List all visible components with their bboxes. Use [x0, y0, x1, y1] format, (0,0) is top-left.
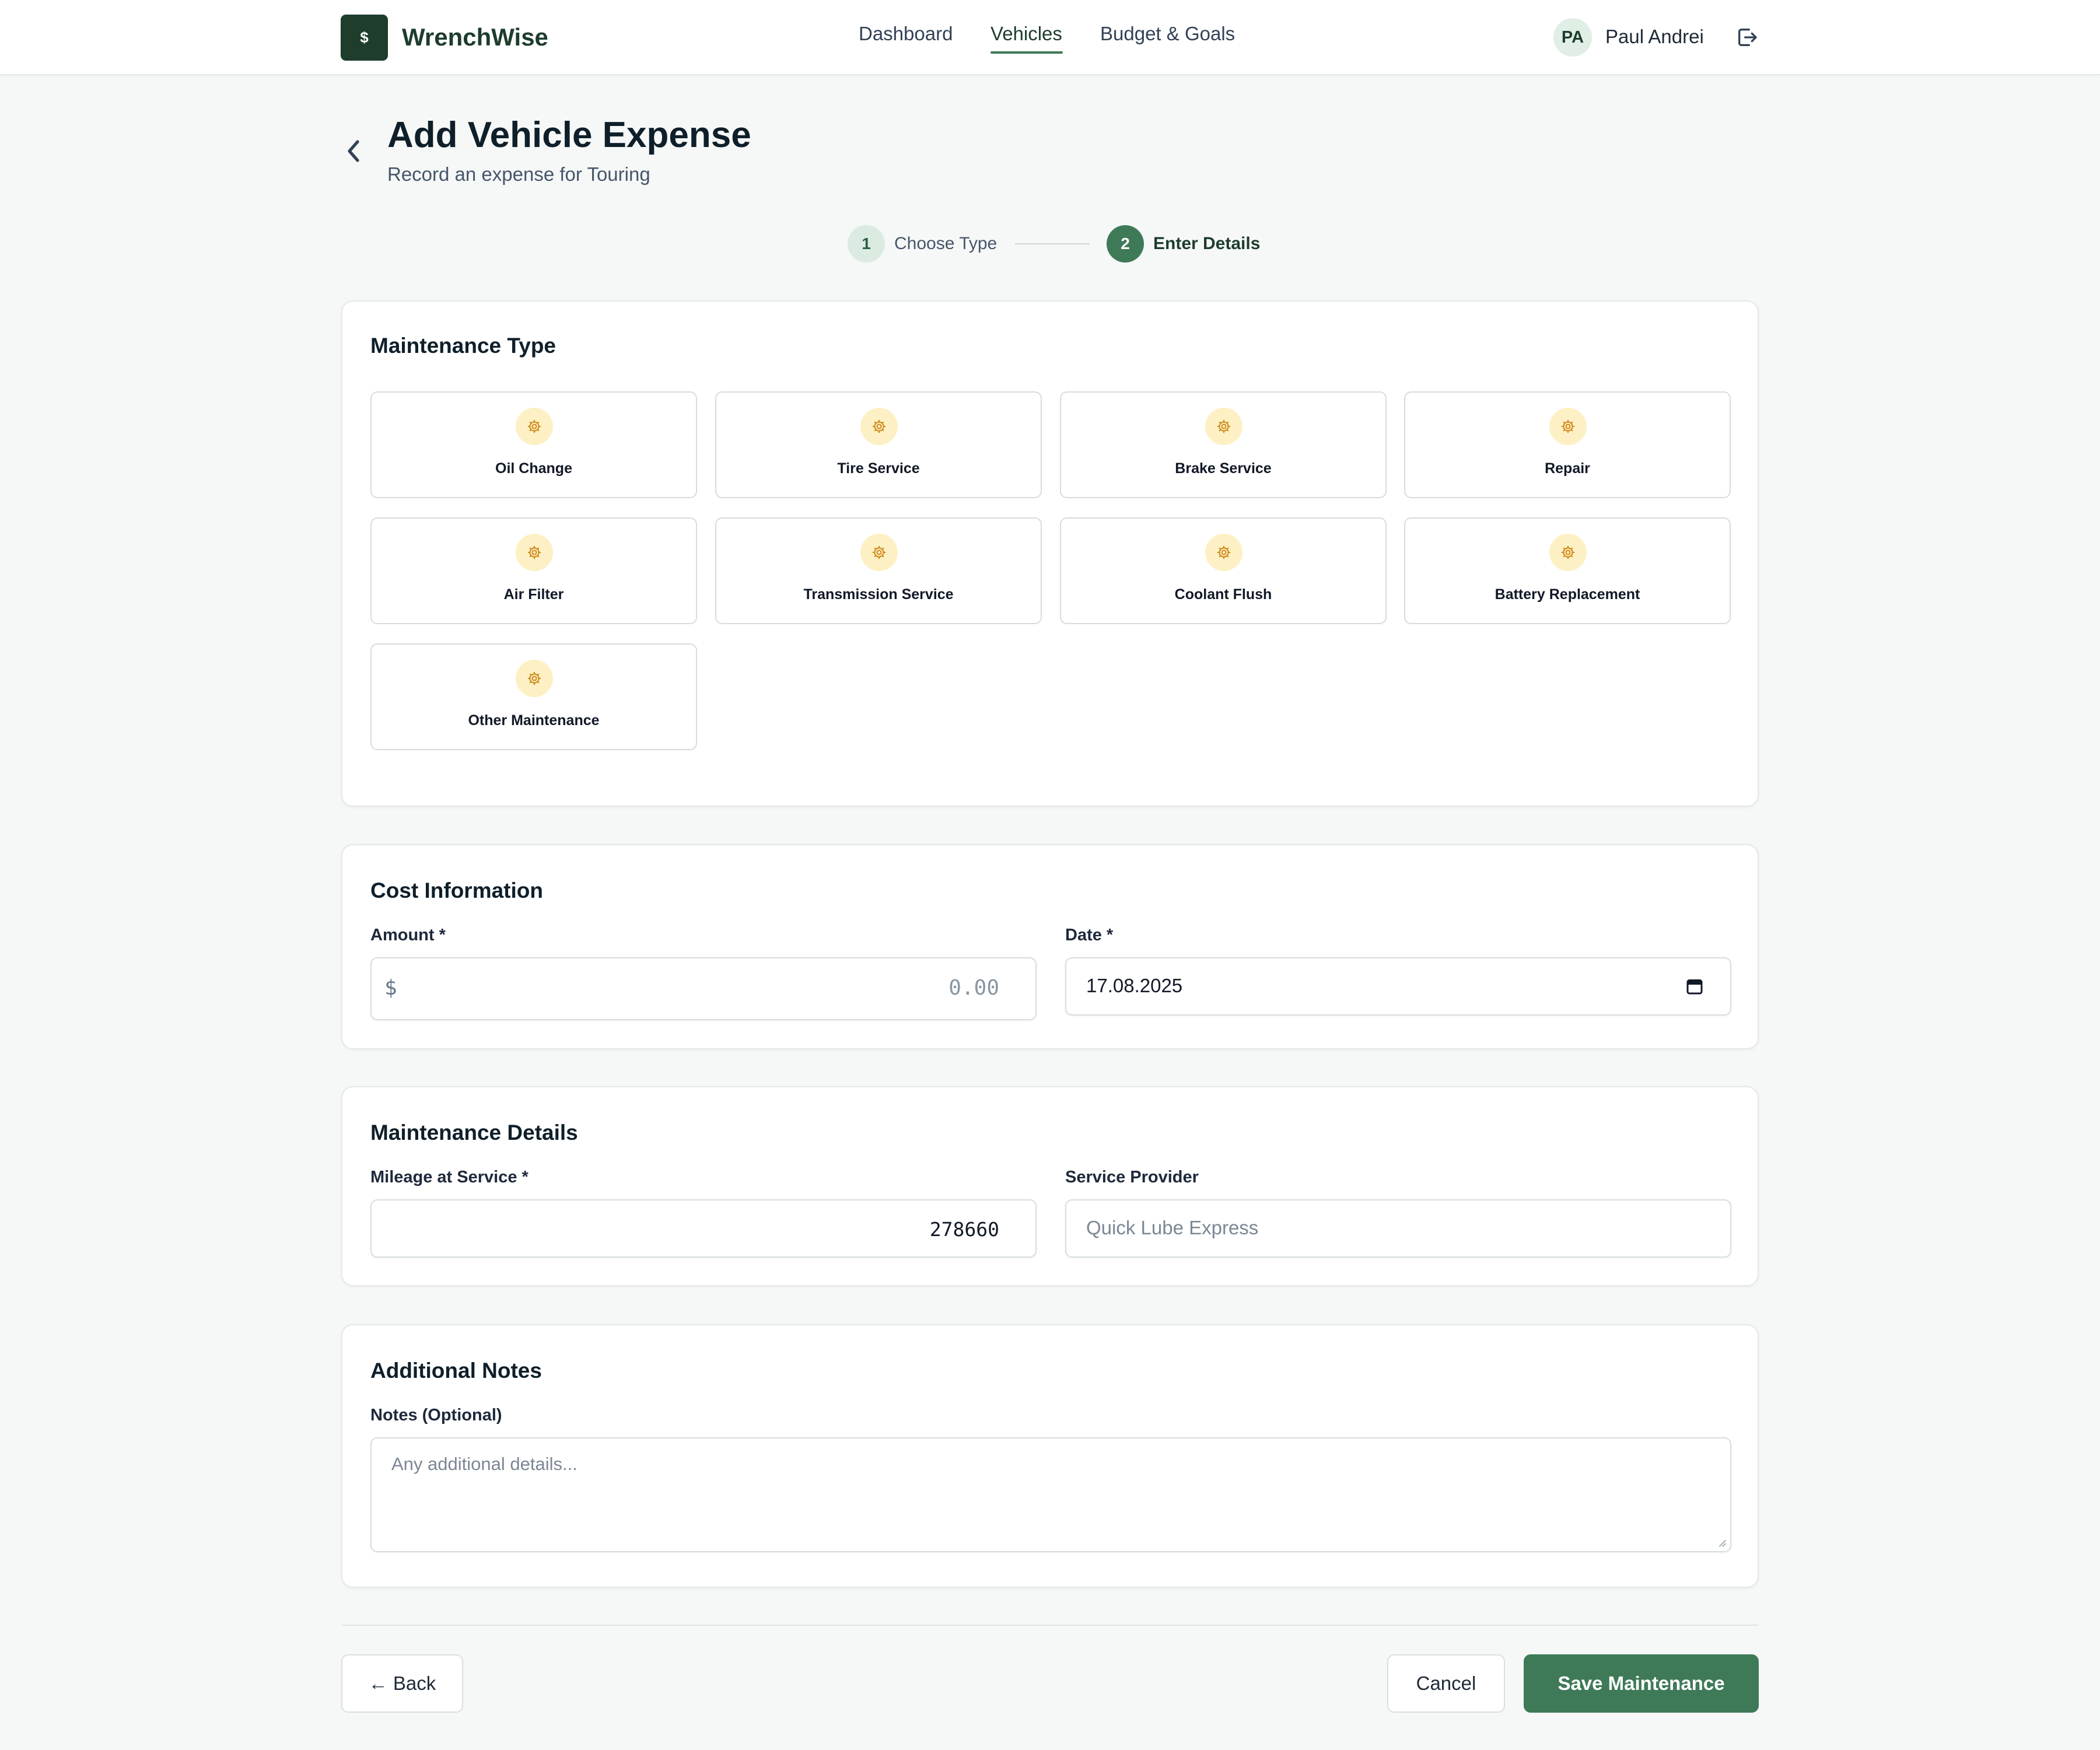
type-option-other-maintenance[interactable]: Other Maintenance	[370, 643, 697, 750]
nav-budget-goals[interactable]: Budget & Goals	[1100, 20, 1235, 48]
additional-notes-title: Additional Notes	[370, 1359, 542, 1382]
type-option-battery-replacement[interactable]: Battery Replacement	[1404, 517, 1731, 624]
maintenance-type-title: Maintenance Type	[370, 334, 556, 358]
type-option-brake-service[interactable]: Brake Service	[1060, 391, 1387, 498]
cost-information-title: Cost Information	[370, 878, 543, 902]
type-option-air-filter[interactable]: Air Filter	[370, 517, 697, 624]
step-1-label[interactable]: Choose Type	[894, 232, 997, 256]
gear-icon	[1205, 408, 1242, 445]
type-option-label: Transmission Service	[803, 586, 954, 603]
gear-icon	[860, 534, 898, 571]
type-option-label: Air Filter	[503, 586, 564, 603]
save-maintenance-button[interactable]: Save Maintenance	[1524, 1654, 1759, 1713]
type-option-transmission-service[interactable]: Transmission Service	[715, 517, 1042, 624]
gear-icon	[1205, 534, 1242, 571]
amount-placeholder: 0.00	[949, 976, 999, 1000]
type-option-label: Other Maintenance	[468, 712, 600, 729]
gear-icon	[1549, 534, 1587, 571]
top-navigation-bar: $ WrenchWise Dashboard Vehicles Budget &…	[0, 0, 2100, 75]
gear-icon	[516, 660, 553, 697]
type-option-label: Brake Service	[1175, 460, 1272, 477]
avatar[interactable]: PA	[1553, 18, 1592, 57]
notes-label: Notes (Optional)	[370, 1406, 502, 1424]
user-name[interactable]: Paul Andrei	[1605, 23, 1704, 51]
nav-active-indicator	[991, 51, 1063, 54]
notes-textarea[interactable]: Any additional details...	[370, 1437, 1731, 1552]
gear-icon	[516, 408, 553, 445]
footer-divider	[341, 1625, 1759, 1626]
nav-dashboard[interactable]: Dashboard	[859, 20, 953, 48]
app-logo[interactable]: $	[341, 15, 388, 61]
chevron-left-icon[interactable]	[345, 138, 363, 164]
service-provider-label: Service Provider	[1065, 1168, 1199, 1186]
maintenance-details-card: Maintenance Details Mileage at Service *…	[341, 1086, 1759, 1286]
amount-label: Amount *	[370, 926, 446, 944]
cancel-button[interactable]: Cancel	[1387, 1654, 1505, 1713]
page-title: Add Vehicle Expense	[387, 115, 751, 155]
type-option-label: Coolant Flush	[1174, 586, 1272, 603]
back-button[interactable]: ← Back	[341, 1654, 463, 1713]
service-provider-placeholder: Quick Lube Express	[1086, 1217, 1259, 1238]
stepper-connector	[1015, 243, 1090, 244]
gear-icon	[860, 408, 898, 445]
currency-symbol: $	[384, 976, 397, 1000]
service-provider-field[interactable]: Quick Lube Express	[1065, 1199, 1731, 1258]
calendar-icon[interactable]	[1686, 977, 1703, 996]
gear-icon	[516, 534, 553, 571]
type-option-tire-service[interactable]: Tire Service	[715, 391, 1042, 498]
date-label: Date *	[1065, 926, 1114, 944]
date-value: 17.08.2025	[1086, 975, 1183, 996]
type-option-coolant-flush[interactable]: Coolant Flush	[1060, 517, 1387, 624]
type-option-oil-change[interactable]: Oil Change	[370, 391, 697, 498]
step-2-indicator: 2	[1107, 225, 1144, 262]
type-option-label: Battery Replacement	[1494, 586, 1640, 603]
mileage-label: Mileage at Service *	[370, 1168, 528, 1186]
type-option-label: Tire Service	[837, 460, 920, 477]
mileage-value: 278660	[929, 1218, 999, 1241]
amount-field[interactable]: $ 0.00	[370, 957, 1037, 1020]
resize-handle-icon[interactable]	[1716, 1537, 1727, 1548]
page-subtitle: Record an expense for Touring	[387, 163, 650, 185]
mileage-field[interactable]: 278660	[370, 1199, 1037, 1258]
additional-notes-card: Additional Notes Notes (Optional) Any ad…	[341, 1324, 1759, 1588]
notes-placeholder: Any additional details...	[391, 1454, 578, 1474]
dollar-icon: $	[360, 29, 369, 46]
app-name[interactable]: WrenchWise	[402, 21, 548, 54]
nav-vehicles[interactable]: Vehicles	[991, 20, 1062, 48]
step-2-label: Enter Details	[1153, 234, 1261, 253]
type-option-repair[interactable]: Repair	[1404, 391, 1731, 498]
cost-information-card: Cost Information Amount * $ 0.00 Date * …	[341, 844, 1759, 1049]
date-field[interactable]: 17.08.2025	[1065, 957, 1731, 1016]
maintenance-type-card: Maintenance Type Oil Change Tire Service B…	[341, 300, 1759, 807]
logout-icon[interactable]	[1735, 26, 1759, 49]
type-option-label: Repair	[1545, 460, 1590, 477]
step-1-indicator[interactable]: 1	[848, 225, 885, 262]
maintenance-details-title: Maintenance Details	[370, 1121, 578, 1144]
type-option-label: Oil Change	[495, 460, 572, 477]
gear-icon	[1549, 408, 1587, 445]
